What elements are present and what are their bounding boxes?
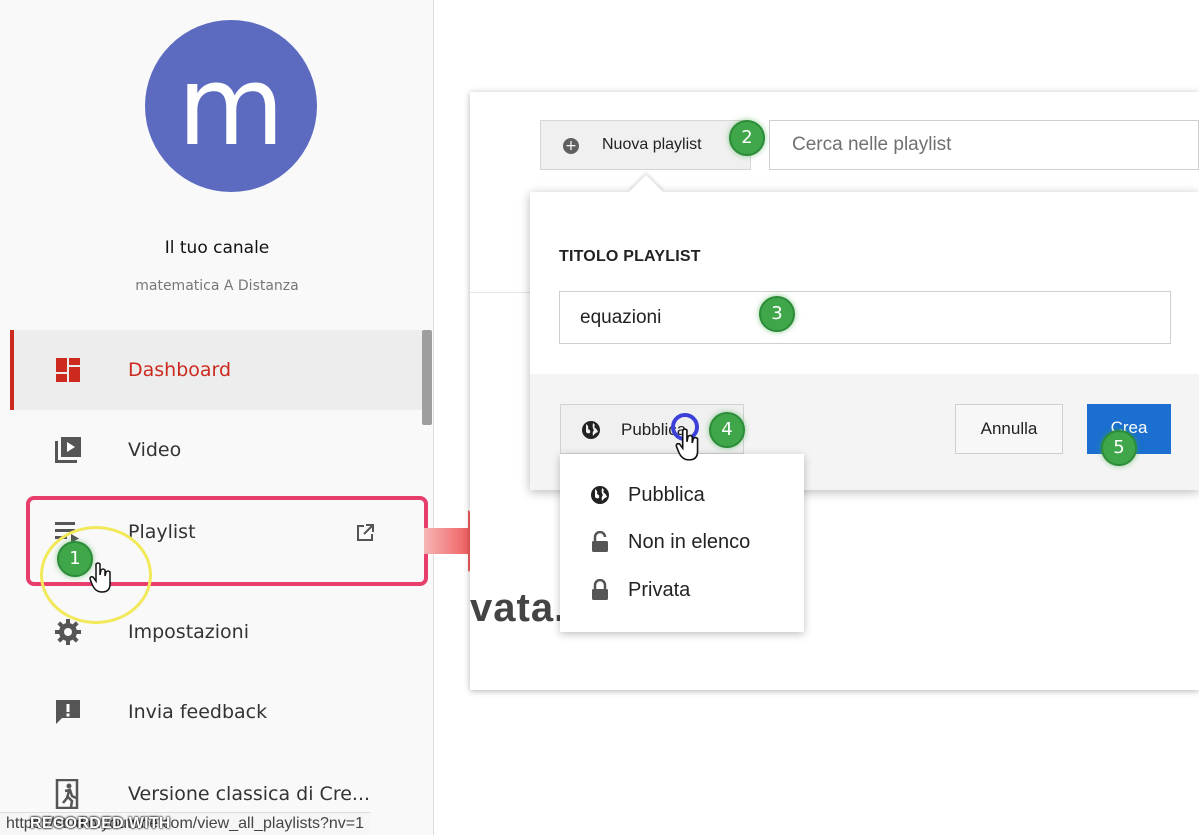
sidebar-item-label: Dashboard xyxy=(128,359,232,381)
lock-icon xyxy=(588,578,612,602)
unlock-icon xyxy=(588,530,612,554)
sidebar-item-feedback[interactable]: Invia feedback xyxy=(10,672,424,752)
plus-icon: + xyxy=(563,138,579,154)
step-marker-3: 3 xyxy=(759,296,795,332)
sidebar-item-label: Video xyxy=(128,439,182,461)
globe-icon xyxy=(588,483,612,507)
video-icon xyxy=(52,434,84,466)
sidebar-item-label: Invia feedback xyxy=(128,701,268,723)
privacy-option-private[interactable]: Privata xyxy=(588,575,690,605)
hand-cursor-icon xyxy=(88,562,114,599)
sidebar: m Il tuo canale matematica A Distanza Da… xyxy=(0,0,434,835)
recorder-watermark: RECORDED WITH xyxy=(30,815,171,832)
channel-title[interactable]: Il tuo canale xyxy=(0,238,434,258)
privacy-option-label: Pubblica xyxy=(628,483,705,506)
sidebar-item-dashboard[interactable]: Dashboard xyxy=(10,330,424,410)
feedback-icon xyxy=(52,696,84,728)
exit-icon xyxy=(52,778,84,810)
playlist-title-input[interactable] xyxy=(559,291,1171,344)
step-marker-4: 4 xyxy=(709,412,745,448)
new-playlist-button[interactable]: + Nuova playlist xyxy=(540,120,751,170)
step-marker-5: 5 xyxy=(1101,430,1137,466)
avatar[interactable]: m xyxy=(145,20,317,192)
cancel-button[interactable]: Annulla xyxy=(955,404,1063,454)
step-marker-2: 2 xyxy=(729,120,765,156)
sidebar-item-label: Impostazioni xyxy=(128,621,249,643)
privacy-option-label: Non in elenco xyxy=(628,530,751,553)
channel-subtitle: matematica A Distanza xyxy=(135,278,299,294)
privacy-option-public[interactable]: Pubblica xyxy=(588,480,705,510)
privacy-dropdown: Pubblica Non in elenco Privata xyxy=(560,454,804,632)
privacy-option-unlisted[interactable]: Non in elenco xyxy=(588,527,750,557)
new-playlist-label: Nuova playlist xyxy=(602,136,702,153)
privacy-option-label: Privata xyxy=(628,578,691,601)
globe-icon xyxy=(581,420,601,445)
background-text: vata. xyxy=(470,586,567,630)
sidebar-item-video[interactable]: Video xyxy=(10,410,424,490)
sidebar-item-label: Versione classica di Cre... xyxy=(128,783,371,805)
dashboard-icon xyxy=(52,354,84,386)
playlist-search-input[interactable] xyxy=(769,120,1199,170)
playlist-title-label: TITOLO PLAYLIST xyxy=(559,248,701,265)
hand-cursor-icon xyxy=(674,428,702,467)
sidebar-scrollbar[interactable] xyxy=(422,330,432,425)
